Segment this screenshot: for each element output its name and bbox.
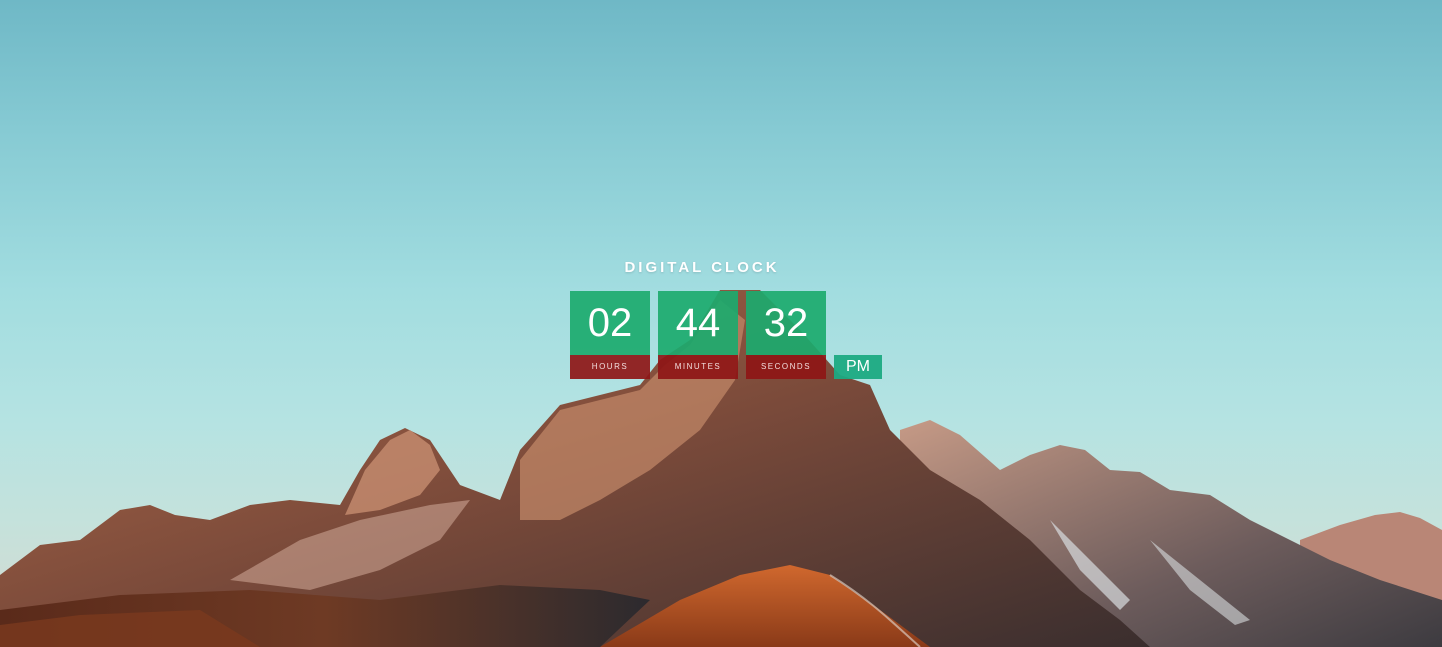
seconds-unit: 32 SECONDS: [746, 291, 826, 379]
am-pm-indicator: PM: [834, 355, 882, 379]
seconds-label: SECONDS: [746, 355, 826, 379]
minutes-unit: 44 MINUTES: [658, 291, 738, 379]
hours-unit: 02 HOURS: [570, 291, 650, 379]
hours-value: 02: [570, 291, 650, 355]
digital-clock-page: DIGITAL CLOCK 02 HOURS 44 MINUTES 32 SEC…: [0, 0, 1442, 647]
seconds-value: 32: [746, 291, 826, 355]
minutes-label: MINUTES: [658, 355, 738, 379]
hours-label: HOURS: [570, 355, 650, 379]
minutes-value: 44: [658, 291, 738, 355]
clock-title: DIGITAL CLOCK: [624, 259, 780, 276]
